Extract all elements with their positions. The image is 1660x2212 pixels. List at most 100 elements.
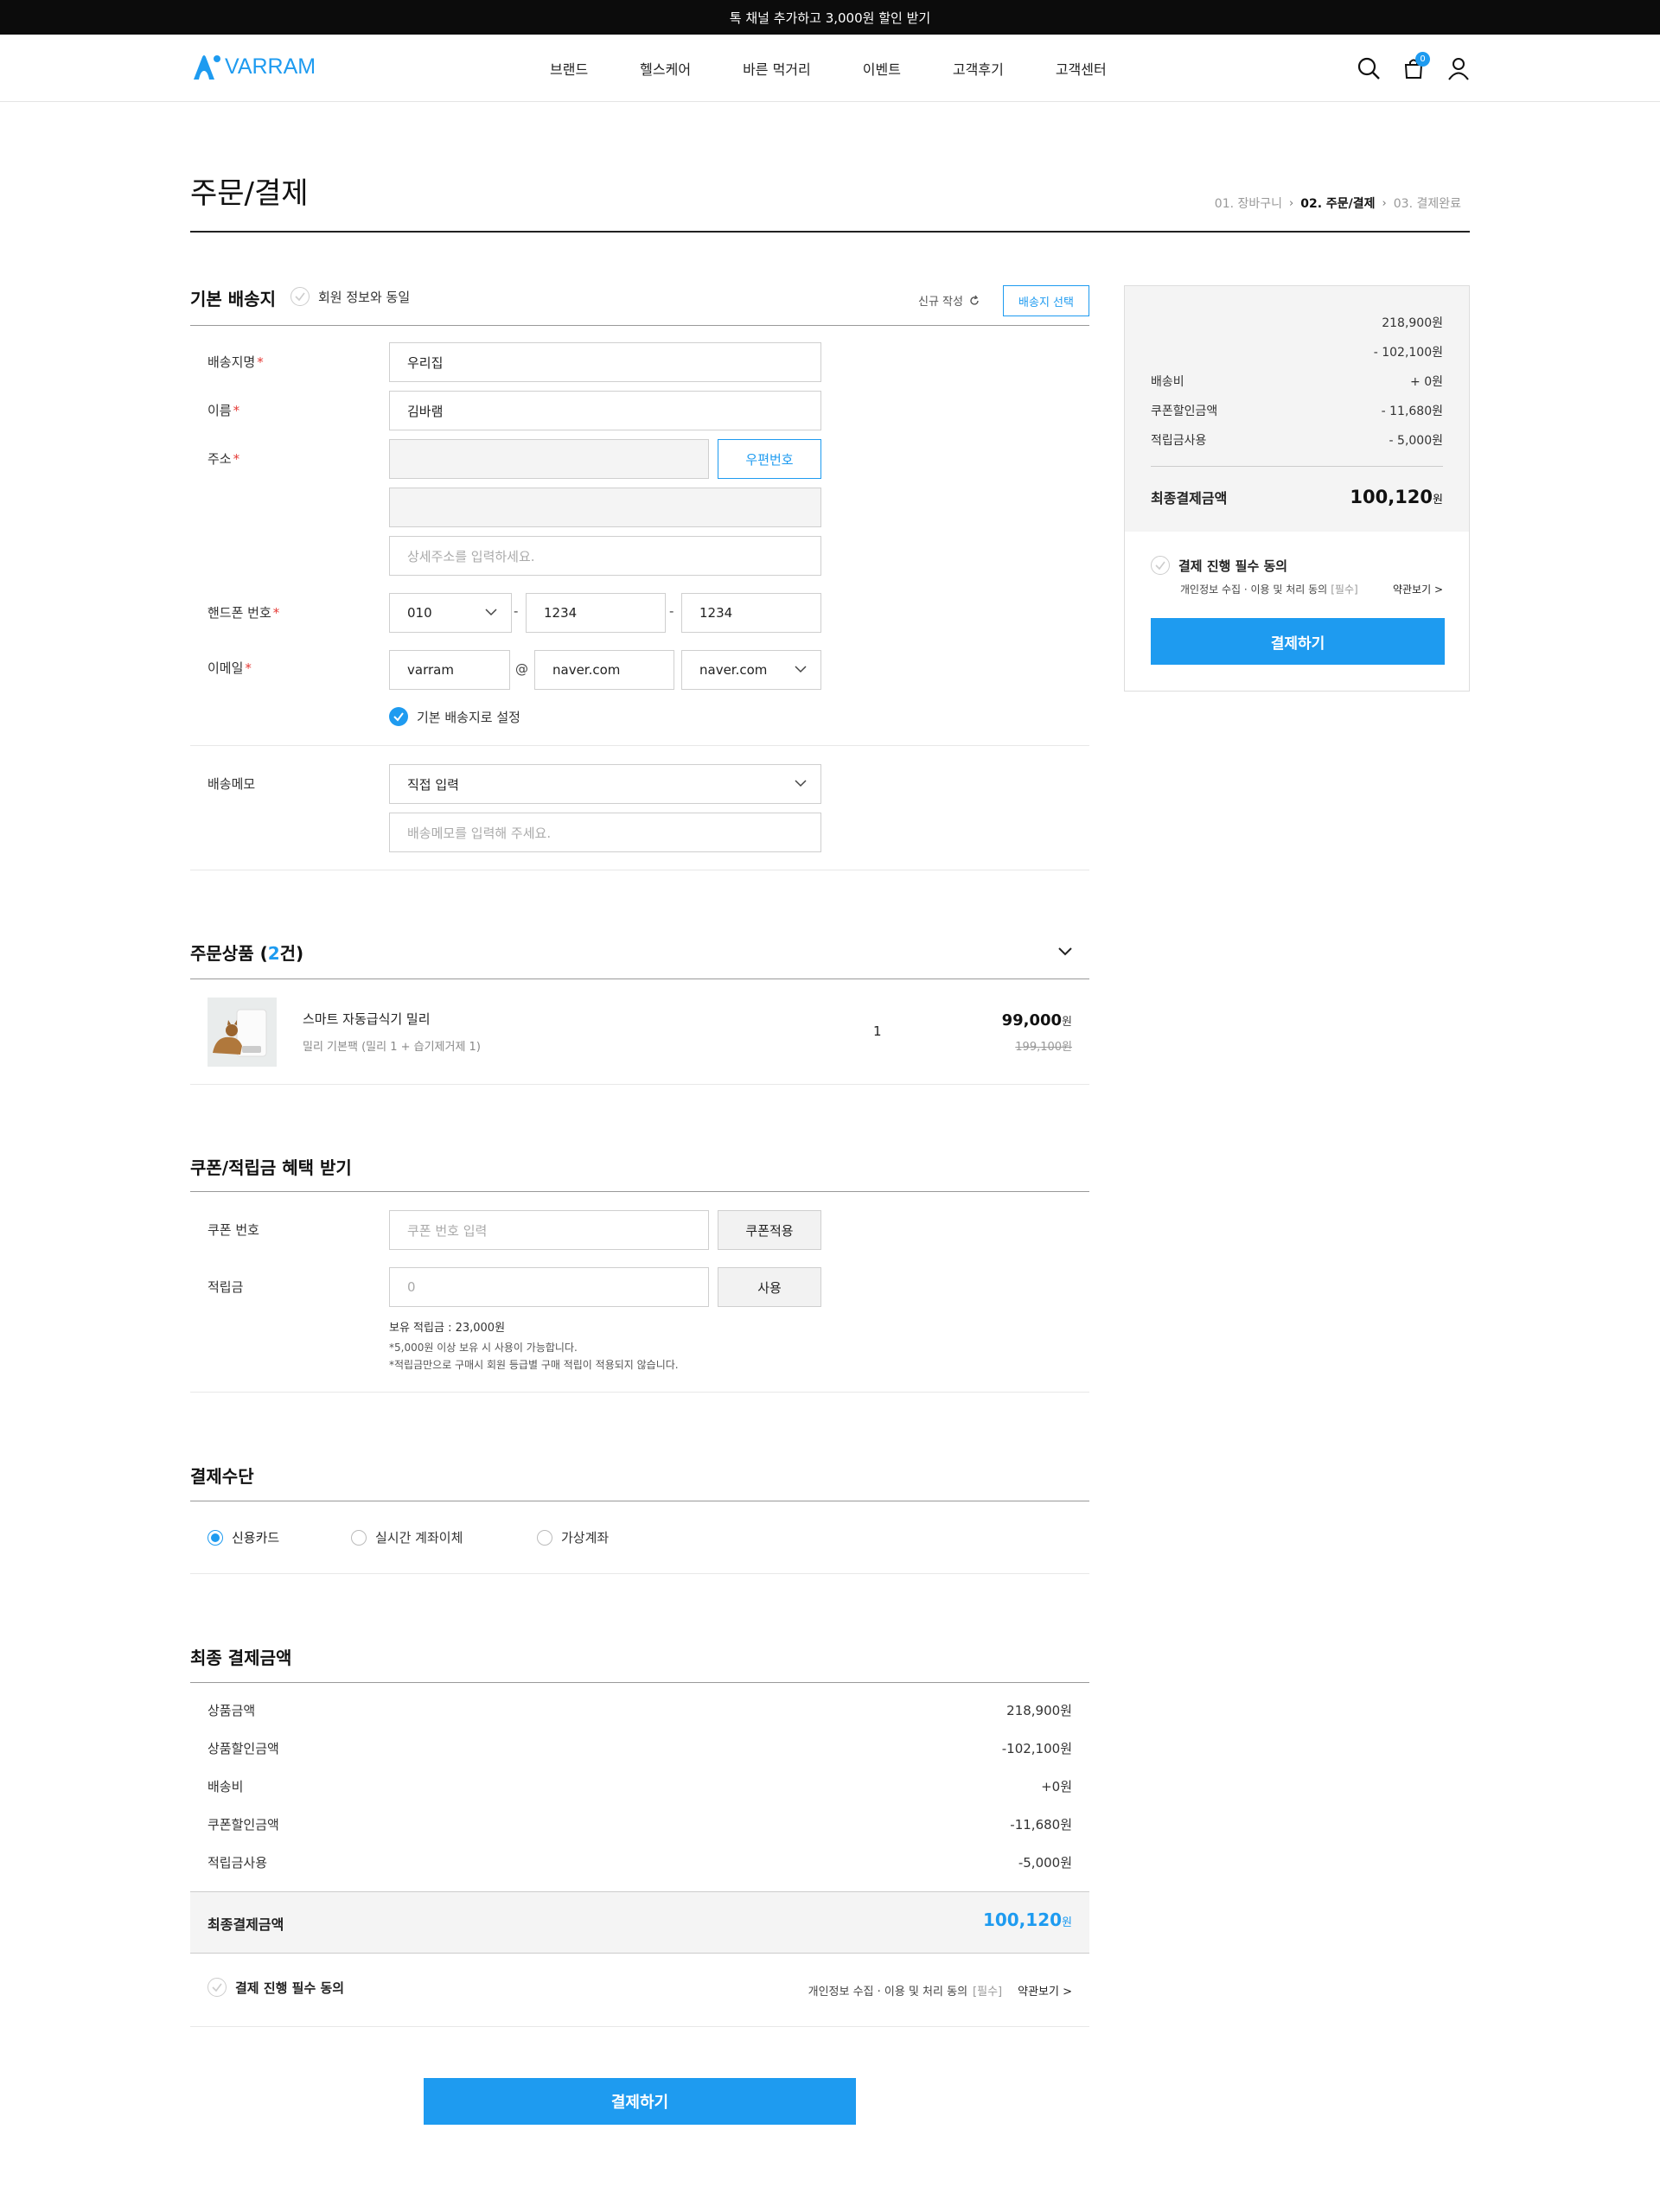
summary-divider — [1151, 466, 1443, 467]
final-total-value: 100,120원 — [982, 1909, 1072, 1930]
default-address-label: 기본 배송지로 설정 — [417, 709, 520, 725]
final-agree-checkbox[interactable]: 결제 진행 필수 동의 — [208, 1978, 344, 1997]
new-address-link[interactable]: 신규 작성 — [918, 292, 980, 309]
point-balance: 보유 적립금 : 23,000원 — [389, 1322, 506, 1335]
email-label: 이메일 * — [208, 660, 252, 676]
cart-button[interactable]: 0 — [1401, 52, 1430, 81]
account-button[interactable] — [1446, 55, 1472, 81]
final-row-coupon: 쿠폰할인금액 -11,680원 — [208, 1817, 1072, 1833]
final-row-shipping: 배송비 +0원 — [208, 1779, 1072, 1794]
step-complete: 03. 결제완료 — [1393, 197, 1461, 211]
memo-select[interactable]: 직접 입력 — [389, 764, 821, 804]
nav-item-support[interactable]: 고객센터 — [1056, 58, 1107, 79]
nav-item-healthcare[interactable]: 헬스케어 — [640, 58, 691, 79]
pay-button[interactable]: 결제하기 — [424, 2078, 856, 2125]
payment-end-divider — [190, 1573, 1089, 1574]
payment-method-transfer-label: 실시간 계좌이체 — [375, 1530, 463, 1546]
email-id-input[interactable]: varram — [389, 650, 510, 690]
product-original-price: 199,100원 — [1015, 1041, 1072, 1054]
summary-row-coupon: 쿠폰할인금액 - 11,680원 — [1151, 405, 1443, 418]
phone-prefix-select[interactable]: 010 — [389, 593, 512, 633]
default-address-checkbox[interactable]: 기본 배송지로 설정 — [389, 707, 520, 726]
final-row-product: 상품금액 218,900원 — [208, 1703, 1072, 1718]
zipcode-input[interactable] — [389, 439, 709, 479]
email-domain-select[interactable]: naver.com — [681, 650, 821, 690]
use-point-button[interactable]: 사용 — [718, 1267, 821, 1307]
final-divider — [190, 1682, 1089, 1683]
logo-text: VARRAM — [225, 54, 316, 79]
phone-middle-input[interactable]: 1234 — [526, 593, 666, 633]
promo-banner[interactable]: 톡 채널 추가하고 3,000원 할인 받기 — [0, 0, 1660, 35]
chevron-down-icon[interactable] — [1058, 946, 1072, 956]
summary-agree-checkbox[interactable]: 결제 진행 필수 동의 — [1151, 556, 1287, 575]
place-name-input[interactable]: 우리집 — [389, 342, 821, 382]
point-input[interactable]: 0 — [389, 1267, 709, 1307]
product-name[interactable]: 스마트 자동급식기 밀리 — [303, 1010, 431, 1028]
coupon-divider — [190, 1191, 1089, 1192]
order-end-divider — [190, 1084, 1089, 1085]
payment-method-card-label: 신용카드 — [232, 1530, 280, 1546]
site-header: VARRAM 브랜드 헬스케어 바른 먹거리 이벤트 고객후기 고객센터 0 — [0, 35, 1660, 102]
address-input[interactable] — [389, 488, 821, 527]
summary-pay-button[interactable]: 결제하기 — [1151, 618, 1445, 665]
name-input[interactable]: 김바램 — [389, 391, 821, 430]
final-end-divider — [190, 2026, 1089, 2027]
chevron-down-icon — [795, 780, 807, 787]
payment-method-transfer[interactable]: 실시간 계좌이체 — [351, 1528, 463, 1546]
point-label: 적립금 — [208, 1279, 244, 1295]
refresh-icon — [970, 295, 979, 305]
point-note-2: *적립금만으로 구매시 회원 등급별 구매 적립이 적용되지 않습니다. — [389, 1359, 679, 1371]
final-heading: 최종 결제금액 — [190, 1648, 292, 1668]
payment-method-virtual-label: 가상계좌 — [561, 1530, 610, 1546]
product-thumbnail[interactable] — [208, 998, 277, 1067]
phone-last-input[interactable]: 1234 — [681, 593, 821, 633]
new-address-label: 신규 작성 — [918, 296, 963, 309]
payment-method-virtual[interactable]: 가상계좌 — [537, 1528, 609, 1546]
final-total-row: 최종결제금액 100,120원 — [190, 1891, 1089, 1954]
logo[interactable]: VARRAM — [190, 54, 316, 80]
payment-heading: 결제수단 — [190, 1466, 254, 1487]
check-circle-icon — [290, 287, 310, 306]
final-terms-link[interactable]: 약관보기 > — [1018, 1982, 1072, 1998]
order-count: 2 — [267, 943, 280, 964]
nav-item-brand[interactable]: 브랜드 — [550, 58, 588, 79]
final-total-label: 최종결제금액 — [208, 1916, 284, 1933]
memo-divider — [190, 745, 1089, 746]
title-divider — [190, 231, 1470, 233]
email-domain-input[interactable]: naver.com — [534, 650, 674, 690]
radio-icon — [537, 1529, 552, 1546]
summary-row-discount: - 102,100원 — [1373, 346, 1443, 360]
name-label: 이름 * — [208, 403, 240, 418]
memo-input[interactable]: 배송메모를 입력해 주세요. — [389, 813, 821, 852]
summary-terms-link[interactable]: 약관보기 > — [1393, 582, 1443, 596]
address-detail-input[interactable]: 상세주소를 입력하세요. — [389, 536, 821, 576]
memo-select-value: 직접 입력 — [407, 776, 459, 793]
same-as-member-toggle[interactable]: 회원 정보와 동일 — [290, 287, 410, 306]
search-button[interactable] — [1356, 55, 1382, 81]
main-nav: 브랜드 헬스케어 바른 먹거리 이벤트 고객후기 고객센터 — [550, 58, 1107, 79]
summary-row-shipping: 배송비 + 0원 — [1151, 375, 1443, 389]
zipcode-button[interactable]: 우편번호 — [718, 439, 821, 479]
summary-totals: 218,900원 - 102,100원 배송비 + 0원 쿠폰할인금액 - 11,6… — [1125, 286, 1469, 532]
nav-item-event[interactable]: 이벤트 — [863, 58, 901, 79]
apply-coupon-button[interactable]: 쿠폰적용 — [718, 1210, 821, 1250]
select-address-button[interactable]: 배송지 선택 — [1003, 285, 1089, 316]
nav-item-food[interactable]: 바른 먹거리 — [743, 58, 811, 79]
summary-privacy: 개인정보 수집 · 이용 및 처리 동의 [필수] — [1180, 583, 1358, 596]
radio-icon — [351, 1529, 367, 1546]
cart-count-badge: 0 — [1415, 52, 1430, 67]
same-as-member-label: 회원 정보와 동일 — [318, 289, 411, 305]
nav-item-reviews[interactable]: 고객후기 — [953, 58, 1004, 79]
address-label: 주소 * — [208, 451, 240, 467]
product-price: 99,000원 — [1001, 1011, 1072, 1030]
chevron-right-icon: › — [1382, 196, 1387, 210]
chevron-down-icon — [485, 609, 497, 616]
final-privacy-text: 개인정보 수집 · 이용 및 처리 동의 — [808, 1986, 968, 1998]
summary-agree-label: 결제 진행 필수 동의 — [1178, 558, 1288, 574]
memo-label: 배송메모 — [208, 776, 256, 792]
payment-method-card[interactable]: 신용카드 — [208, 1528, 279, 1546]
coupon-input[interactable]: 쿠폰 번호 입력 — [389, 1210, 709, 1250]
product-option: 밀리 기본팩 (밀리 1 + 습기제거제 1) — [303, 1041, 481, 1054]
final-privacy-terms: 개인정보 수집 · 이용 및 처리 동의 [필수] 약관보기 > — [808, 1982, 1072, 1998]
chevron-right-icon: › — [1289, 196, 1294, 210]
